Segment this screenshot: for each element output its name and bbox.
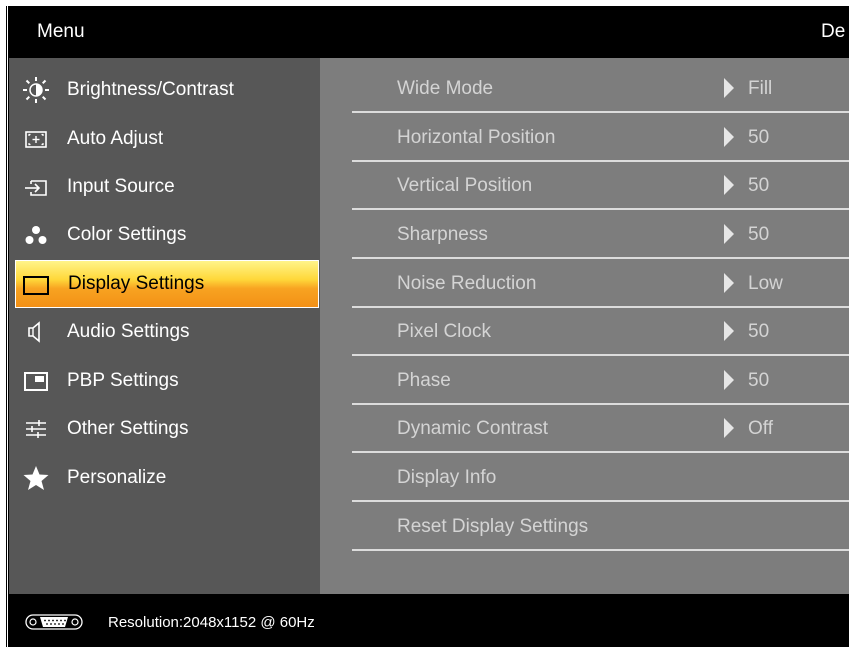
option-label: Horizontal Position <box>397 127 556 148</box>
submenu-arrow-icon <box>724 175 734 195</box>
input-source-icon <box>21 173 51 201</box>
sidebar-item-other-settings[interactable]: Other Settings <box>9 405 320 453</box>
reset-display-settings-option[interactable]: Reset Display Settings <box>352 503 849 551</box>
auto-adjust-icon <box>21 125 51 153</box>
option-label: Sharpness <box>397 224 488 245</box>
sidebar-item-label: Display Settings <box>68 273 205 294</box>
option-label: Pixel Clock <box>397 321 491 342</box>
sharpness-option[interactable]: Sharpness 50 <box>352 211 849 259</box>
speaker-icon <box>21 318 51 346</box>
submenu-arrow-icon <box>724 370 734 390</box>
star-icon <box>21 464 51 492</box>
sidebar-item-display-settings[interactable]: Display Settings <box>15 260 319 308</box>
vertical-position-option[interactable]: Vertical Position 50 <box>352 162 849 210</box>
submenu-arrow-icon <box>724 273 734 293</box>
phase-option[interactable]: Phase 50 <box>352 357 849 405</box>
color-settings-icon <box>21 221 51 249</box>
option-label: Dynamic Contrast <box>397 418 548 439</box>
brand-label: De <box>821 21 846 42</box>
sidebar-item-color-settings[interactable]: Color Settings <box>9 211 320 259</box>
menu-title: Menu <box>37 21 85 42</box>
sidebar-item-personalize[interactable]: Personalize <box>9 454 320 502</box>
status-bar: Resolution:2048x1152 @ 60Hz <box>9 594 849 647</box>
sidebar-item-label: Brightness/Contrast <box>67 79 234 100</box>
sidebar-item-audio-settings[interactable]: Audio Settings <box>9 308 320 356</box>
sidebar-item-input-source[interactable]: Input Source <box>9 163 320 211</box>
option-value: Low <box>748 273 783 294</box>
option-label: Wide Mode <box>397 78 494 99</box>
sidebar: Brightness/Contrast Auto Adjust Input So… <box>9 58 320 594</box>
submenu-arrow-icon <box>724 418 734 438</box>
option-value: 50 <box>748 175 770 196</box>
brightness-icon <box>21 76 51 104</box>
vga-connector-icon <box>25 612 85 636</box>
sidebar-item-label: Input Source <box>67 176 175 197</box>
sidebar-item-label: Color Settings <box>67 224 187 245</box>
wide-mode-option[interactable]: Wide Mode Fill <box>352 65 849 113</box>
option-value: 50 <box>748 224 770 245</box>
sidebar-item-label: Personalize <box>67 467 167 488</box>
display-info-option[interactable]: Display Info <box>352 454 849 502</box>
dynamic-contrast-option[interactable]: Dynamic Contrast Off <box>352 405 849 453</box>
display-settings-icon <box>21 271 51 299</box>
osd-header: Menu De <box>9 6 849 58</box>
osd-menu: Menu De Brightness/Contrast Auto Adjust … <box>9 6 849 647</box>
display-settings-panel: Wide Mode Fill Horizontal Position 50 Ve… <box>320 58 849 594</box>
option-label: Vertical Position <box>397 175 533 196</box>
sidebar-item-label: PBP Settings <box>67 370 179 391</box>
sidebar-item-auto-adjust[interactable]: Auto Adjust <box>9 115 320 163</box>
sliders-icon <box>21 415 51 443</box>
submenu-arrow-icon <box>724 78 734 98</box>
noise-reduction-option[interactable]: Noise Reduction Low <box>352 260 849 308</box>
sidebar-item-brightness-contrast[interactable]: Brightness/Contrast <box>9 66 320 114</box>
horizontal-position-option[interactable]: Horizontal Position 50 <box>352 114 849 162</box>
option-value: Off <box>748 418 773 439</box>
submenu-arrow-icon <box>724 127 734 147</box>
option-label: Phase <box>397 370 451 391</box>
option-label: Display Info <box>397 467 497 488</box>
option-value: 50 <box>748 321 770 342</box>
sidebar-item-label: Audio Settings <box>67 321 190 342</box>
resolution-readout: Resolution:2048x1152 @ 60Hz <box>108 614 315 631</box>
sidebar-item-label: Auto Adjust <box>67 128 164 149</box>
pixel-clock-option[interactable]: Pixel Clock 50 <box>352 308 849 356</box>
sidebar-item-label: Other Settings <box>67 418 189 439</box>
submenu-arrow-icon <box>724 224 734 244</box>
pbp-icon <box>21 367 51 395</box>
option-label: Noise Reduction <box>397 273 537 294</box>
sidebar-item-pbp-settings[interactable]: PBP Settings <box>9 357 320 405</box>
option-label: Reset Display Settings <box>397 516 589 537</box>
option-value: 50 <box>748 370 770 391</box>
option-value: 50 <box>748 127 770 148</box>
submenu-arrow-icon <box>724 321 734 341</box>
option-value: Fill <box>748 78 773 99</box>
